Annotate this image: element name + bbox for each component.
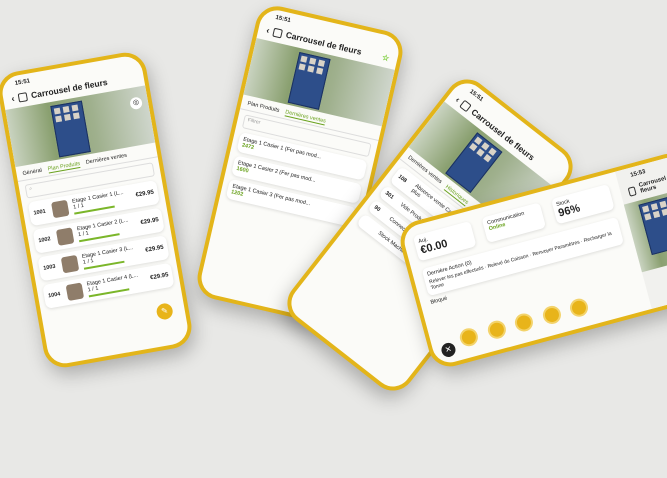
tab-product-plan[interactable]: Plan Produits: [47, 160, 81, 174]
product-qty: 1 / 1: [87, 285, 99, 294]
star-icon[interactable]: ☆: [381, 52, 390, 62]
product-info: Etage 1 Casier 3 (L... 1 / 1: [81, 244, 142, 270]
back-icon[interactable]: ‹: [265, 25, 270, 35]
product-number: 1004: [47, 291, 61, 300]
action-button[interactable]: [568, 296, 591, 319]
product-price: €29.95: [144, 244, 165, 254]
product-info: Etage 1 Casier 2 (L... 1 / 1: [77, 216, 138, 243]
product-price: €29.95: [135, 189, 155, 199]
product-qty: 1 / 1: [82, 258, 95, 266]
action-button[interactable]: [513, 311, 536, 334]
product-price: €29.95: [149, 272, 169, 282]
logo-icon: [627, 185, 638, 197]
vending-machine-image: [50, 100, 92, 158]
product-thumbnail: [51, 199, 70, 219]
product-thumbnail: [60, 254, 80, 274]
event-code: 301: [383, 190, 395, 201]
logo-icon: [272, 27, 284, 38]
tab-last-sales[interactable]: Dernières ventes: [85, 153, 127, 167]
communication-card: Communication Online: [481, 202, 546, 243]
action-button[interactable]: [540, 303, 563, 327]
vending-machine-image: [445, 132, 503, 194]
logo-icon: [17, 91, 28, 103]
logo-icon: [459, 99, 473, 112]
vending-machine-image: [638, 195, 667, 256]
product-price: €29.95: [140, 217, 160, 227]
event-code: 108: [396, 173, 408, 185]
event-code: 90: [372, 204, 382, 214]
vending-machine-image: [288, 52, 332, 110]
tab-product-plan[interactable]: Plan Produits: [247, 101, 280, 115]
product-info: Etage 1 Casier 1 (L... 1 / 1: [72, 189, 133, 215]
back-icon[interactable]: ‹: [11, 93, 16, 103]
product-thumbnail: [65, 282, 85, 302]
tab-general[interactable]: Général: [22, 168, 42, 178]
product-number: 1002: [38, 236, 52, 245]
product-qty: 1 / 1: [77, 230, 90, 239]
stock-card: Stock 96%: [550, 184, 615, 225]
event-code: [363, 221, 374, 230]
action-button[interactable]: [485, 318, 508, 341]
screen: 15:51 ‹ Carrousel de fleurs ◎ Général Pl…: [0, 53, 191, 367]
product-thumbnail: [55, 227, 75, 246]
product-qty: 1 / 1: [72, 202, 85, 211]
action-button[interactable]: [458, 326, 481, 349]
product-number: 1003: [42, 263, 57, 272]
close-icon[interactable]: ✕: [439, 341, 458, 359]
action-buttons: ✕: [438, 296, 595, 359]
camera-icon[interactable]: ◎: [129, 96, 144, 111]
product-number: 1001: [33, 208, 47, 217]
product-info: Etage 1 Casier 4 (L... 1 / 1: [86, 271, 147, 298]
phone-product-plan: 15:51 ‹ Carrousel de fleurs ◎ Général Pl…: [0, 49, 195, 371]
today-card: Auj. €0.00: [412, 220, 477, 262]
edit-fab[interactable]: ✎: [155, 302, 174, 321]
